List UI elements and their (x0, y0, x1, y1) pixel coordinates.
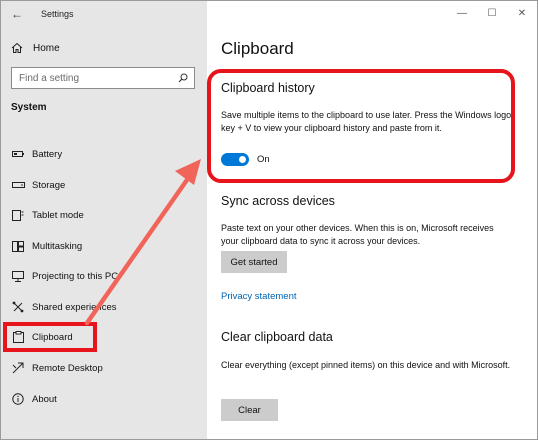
sidebar-item-multitasking[interactable]: Multitasking (1, 233, 207, 259)
title-bar: ← Settings (1, 1, 207, 27)
home-icon (11, 42, 25, 54)
tablet-mode-icon (11, 208, 25, 222)
sidebar-item-label: Storage (32, 179, 66, 191)
minimize-icon: — (457, 7, 467, 19)
search-icon[interactable] (178, 73, 188, 83)
home-nav-item[interactable]: Home (11, 40, 60, 56)
sidebar-item-about[interactable]: About (1, 386, 207, 412)
sync-description: Paste text on your other devices. When t… (221, 223, 494, 246)
clipboard-history-description: Save multiple items to the clipboard to … (221, 110, 512, 133)
sidebar-item-label: Tablet mode (32, 209, 84, 221)
clear-clipboard-title: Clear clipboard data (221, 330, 333, 344)
sidebar-item-projecting[interactable]: Projecting to this PC (1, 263, 207, 289)
sidebar-item-label: About (32, 393, 57, 405)
sidebar-item-battery[interactable]: Battery (1, 141, 207, 167)
maximize-icon: ☐ (487, 7, 497, 19)
projecting-icon (11, 269, 25, 283)
back-button[interactable]: ← (1, 1, 33, 27)
search-input[interactable]: Find a setting (11, 67, 195, 89)
settings-window: ← Settings Home Find a setting System Ba… (0, 0, 538, 440)
main-content: Clipboard Clipboard history Save multipl… (207, 1, 537, 439)
back-arrow-icon: ← (11, 7, 23, 21)
sidebar-item-shared-experiences[interactable]: Shared experiences (1, 294, 207, 320)
clear-description: Clear everything (except pinned items) o… (221, 360, 511, 370)
maximize-button[interactable]: ☐ (477, 1, 507, 25)
multitasking-icon (11, 239, 25, 253)
minimize-button[interactable]: — (447, 1, 477, 25)
battery-icon (11, 147, 25, 161)
selection-highlight-box (3, 322, 97, 352)
home-label: Home (33, 42, 60, 54)
about-icon (11, 392, 25, 406)
privacy-statement-link[interactable]: Privacy statement (221, 291, 297, 302)
sidebar-item-label: Remote Desktop (32, 362, 103, 374)
window-title: Settings (41, 9, 74, 19)
caption-buttons: — ☐ ✕ (447, 1, 537, 25)
get-started-button[interactable]: Get started (221, 251, 287, 273)
sidebar-item-label: Battery (32, 148, 63, 160)
sidebar-item-remote-desktop[interactable]: Remote Desktop (1, 355, 207, 381)
sidebar-item-storage[interactable]: Storage (1, 172, 207, 198)
close-icon: ✕ (517, 7, 527, 19)
clear-button[interactable]: Clear (221, 399, 278, 421)
toggle-state-label: On (257, 154, 270, 165)
clipboard-history-toggle[interactable] (221, 153, 249, 166)
close-button[interactable]: ✕ (507, 1, 537, 25)
page-title: Clipboard (221, 39, 294, 58)
sidebar-item-label: Projecting to this PC (32, 270, 119, 282)
remote-desktop-icon (11, 361, 25, 375)
section-label-system: System (11, 102, 47, 113)
clipboard-history-title: Clipboard history (221, 81, 315, 95)
sidebar-item-label: Multitasking (32, 240, 83, 252)
storage-icon (11, 178, 25, 192)
sync-across-devices-title: Sync across devices (221, 194, 335, 208)
sidebar-item-tablet-mode[interactable]: Tablet mode (1, 202, 207, 228)
search-placeholder: Find a setting (19, 72, 80, 84)
sidebar-item-clipboard[interactable]: Clipboard (1, 322, 207, 352)
sidebar-item-label: Shared experiences (32, 301, 117, 313)
shared-experiences-icon (11, 300, 25, 314)
sidebar: ← Settings Home Find a setting System Ba… (1, 1, 207, 439)
toggle-knob (239, 156, 246, 163)
